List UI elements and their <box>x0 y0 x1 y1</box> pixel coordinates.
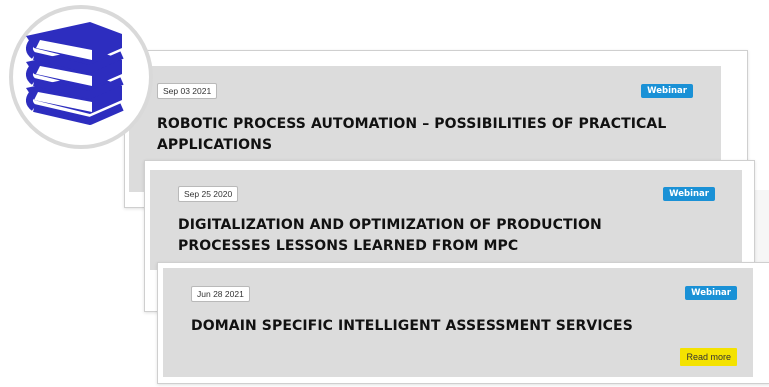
event-title[interactable]: DOMAIN SPECIFIC INTELLIGENT ASSESSMENT S… <box>191 316 731 337</box>
event-card[interactable]: Sep 25 2020 Webinar DIGITALIZATION AND O… <box>150 170 742 270</box>
books-icon <box>9 5 153 149</box>
event-date: Sep 03 2021 <box>157 83 218 99</box>
event-card[interactable]: Jun 28 2021 Webinar DOMAIN SPECIFIC INTE… <box>163 268 753 377</box>
books-logo <box>8 4 158 154</box>
event-type-badge: Webinar <box>663 187 715 201</box>
event-date: Sep 25 2020 <box>178 186 239 202</box>
event-title[interactable]: ROBOTIC PROCESS AUTOMATION – POSSIBILITI… <box>157 114 677 156</box>
event-type-badge: Webinar <box>641 84 693 98</box>
event-type-badge: Webinar <box>685 286 737 300</box>
event-date: Jun 28 2021 <box>191 286 250 302</box>
read-more-button[interactable]: Read more <box>680 348 737 366</box>
events-page: Sep 03 2021 Webinar ROBOTIC PROCESS AUTO… <box>0 0 769 387</box>
event-title[interactable]: DIGITALIZATION AND OPTIMIZATION OF PRODU… <box>178 215 698 257</box>
